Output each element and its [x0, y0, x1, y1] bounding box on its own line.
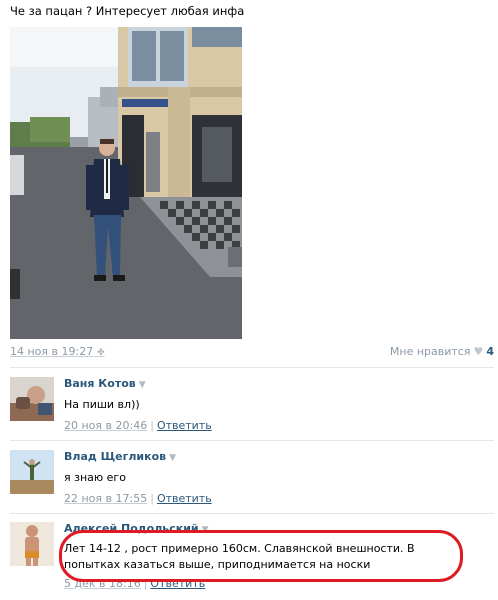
post-photo[interactable] — [10, 27, 242, 339]
comment-date-link[interactable]: 5 дек в 18:16 — [64, 577, 141, 590]
avatar[interactable] — [10, 522, 54, 566]
reply-link[interactable]: Ответить — [157, 419, 212, 432]
caret-down-icon[interactable]: ▼ — [202, 525, 209, 535]
like-count: 4 — [486, 345, 494, 358]
divider — [10, 513, 494, 514]
post-text: Че за пацан ? Интересует любая инфа — [10, 4, 245, 18]
comment-author-link[interactable]: Влад Щегликов ▼ — [64, 450, 494, 463]
comment-date-link[interactable]: 20 ноя в 20:46 — [64, 419, 147, 432]
like-label: Мне нравится — [389, 345, 471, 358]
reply-link[interactable]: Ответить — [150, 577, 205, 590]
separator: | — [150, 492, 154, 505]
comment-author-name: Влад Щегликов — [64, 450, 167, 463]
post-date-link[interactable]: 14 ноя в 19:27 ✤ — [10, 345, 105, 358]
avatar[interactable] — [10, 450, 54, 494]
avatar-image — [10, 377, 54, 421]
comment-text: Лет 14-12 , рост примерно 160см. Славянс… — [64, 542, 415, 571]
street-photo-image — [10, 27, 242, 339]
reply-link[interactable]: Ответить — [157, 492, 212, 505]
like-button[interactable]: Мне нравится ♥ 4 — [390, 345, 494, 358]
divider — [10, 440, 494, 441]
post-meta: 14 ноя в 19:27 ✤ Мне нравится ♥ 4 — [10, 345, 494, 361]
avatar[interactable] — [10, 377, 54, 421]
comment-text: я знаю его — [64, 471, 126, 484]
avatar-image — [10, 450, 54, 494]
separator: | — [143, 577, 148, 590]
divider — [10, 367, 494, 368]
comment-date-link[interactable]: 22 ноя в 17:55 — [64, 492, 147, 505]
separator: | — [150, 419, 154, 432]
caret-down-icon[interactable]: ▼ — [169, 453, 176, 463]
comment-text: На пиши вл)) — [64, 398, 140, 411]
share-cross-icon: ✤ — [94, 348, 105, 358]
comment-author-link[interactable]: Алексей Подольский ▼ — [64, 522, 494, 535]
comment-author-link[interactable]: Ваня Котов ▼ — [64, 377, 494, 390]
heart-icon: ♥ — [473, 345, 484, 358]
avatar-image — [10, 522, 54, 566]
comment-author-name: Алексей Подольский — [64, 522, 199, 535]
comment-author-name: Ваня Котов — [64, 377, 136, 390]
caret-down-icon[interactable]: ▼ — [139, 380, 146, 390]
post-date-text: 14 ноя в 19:27 — [10, 345, 94, 358]
